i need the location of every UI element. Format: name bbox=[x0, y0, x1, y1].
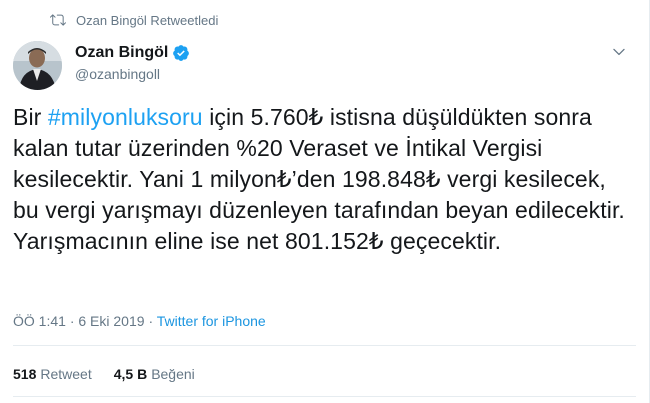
divider bbox=[13, 396, 636, 397]
tweet-text-part: Bir bbox=[13, 104, 48, 130]
tweet-time[interactable]: ÖÖ 1:41 bbox=[13, 313, 66, 329]
hashtag-link[interactable]: #milyonluksoru bbox=[48, 104, 203, 130]
retweets-count: 518 bbox=[13, 366, 37, 382]
retweets-stat[interactable]: 518 Retweet bbox=[13, 366, 92, 382]
author-info: Ozan Bingöl @ozanbingoll bbox=[75, 44, 190, 82]
likes-count: 4,5 B bbox=[113, 366, 148, 382]
retweets-label: Retweet bbox=[40, 366, 92, 382]
meta-separator: · bbox=[69, 313, 75, 329]
tweet-stats: 518 Retweet 4,5 B Beğeni bbox=[13, 366, 217, 382]
tweet-source-link[interactable]: Twitter for iPhone bbox=[157, 313, 266, 329]
likes-stat[interactable]: 4,5 B Beğeni bbox=[114, 366, 195, 382]
verified-badge-icon bbox=[173, 45, 190, 61]
tweet-text: Bir #milyonluksoru için 5.760₺ istisna d… bbox=[13, 102, 638, 257]
tweet-meta: ÖÖ 1:41 · 6 Eki 2019 · Twitter for iPhon… bbox=[13, 313, 266, 329]
avatar[interactable] bbox=[13, 41, 62, 90]
retweet-icon bbox=[50, 14, 66, 26]
likes-label: Beğeni bbox=[151, 366, 195, 382]
tweet-date[interactable]: 6 Eki 2019 bbox=[78, 313, 144, 329]
divider bbox=[13, 345, 636, 346]
meta-separator: · bbox=[148, 313, 154, 329]
author-display-name[interactable]: Ozan Bingöl bbox=[75, 44, 168, 62]
author-handle[interactable]: @ozanbingoll bbox=[75, 66, 190, 82]
retweet-context-text[interactable]: Ozan Bingöl Retweetledi bbox=[76, 13, 218, 28]
avatar-image bbox=[13, 41, 62, 90]
chevron-down-icon[interactable] bbox=[611, 44, 627, 60]
tweet-card: Ozan Bingöl Retweetledi Ozan Bingöl @oza… bbox=[0, 0, 650, 403]
retweet-context: Ozan Bingöl Retweetledi bbox=[50, 12, 218, 28]
